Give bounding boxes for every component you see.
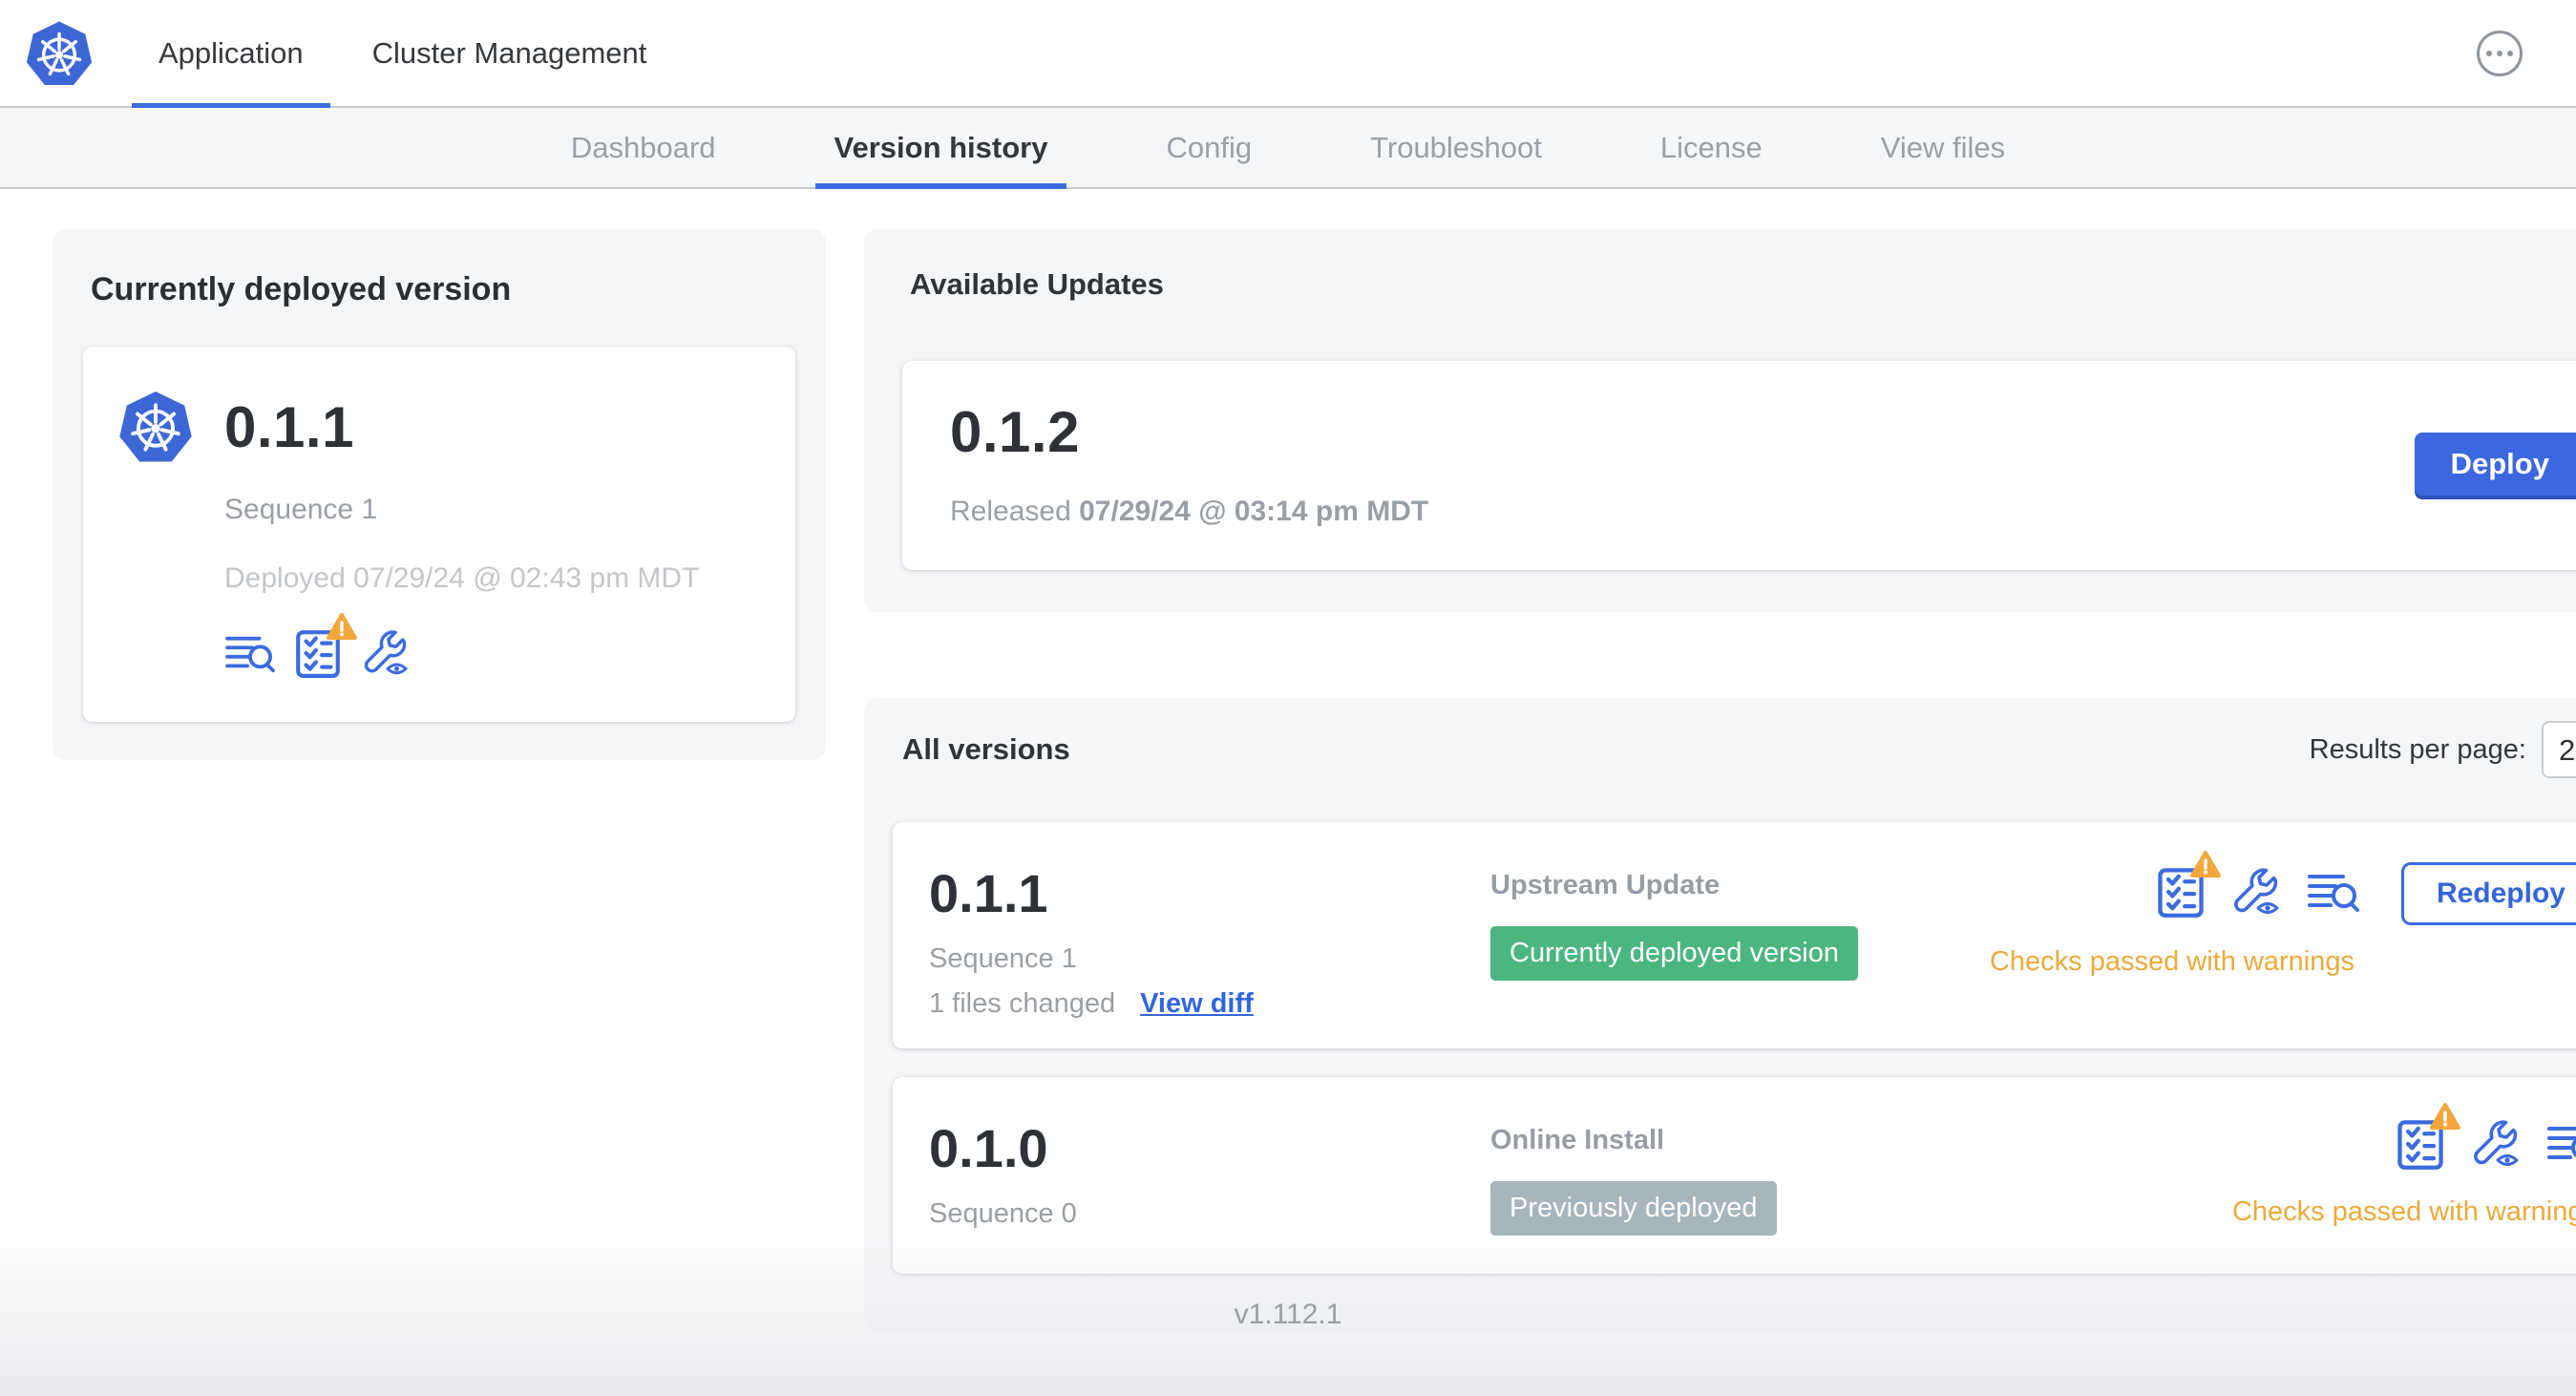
subnav-version-history-label: Version history (834, 130, 1048, 164)
currently-deployed-card: Currently deployed version 0.1.1 Sequenc… (53, 229, 826, 760)
warning-icon (2189, 850, 2221, 878)
top-nav: Application Cluster Management (0, 0, 2576, 108)
subnav-license-label: License (1659, 130, 1763, 164)
page-footer: v1.112.1 (0, 1234, 2576, 1396)
released-label: Released (950, 496, 1071, 527)
subnav-troubleshoot[interactable]: Troubleshoot (1311, 108, 1601, 187)
available-updates-card: Available Updates 0.1.2 Released 07/29/2… (864, 229, 2576, 612)
subnav-dashboard-label: Dashboard (570, 130, 716, 164)
available-updates-title: Available Updates (910, 267, 1164, 301)
update-version-number: 0.1.2 (950, 400, 1080, 464)
view-diff-link[interactable]: View diff (1140, 988, 1254, 1020)
config-icon[interactable] (2229, 866, 2281, 922)
deployed-version-actions (224, 613, 763, 684)
currently-deployed-title: Currently deployed version (91, 271, 512, 307)
row-files-changed: 1 files changed (929, 988, 1116, 1019)
app-subnav: Dashboard Version history Config Trouble… (0, 108, 2576, 189)
deploy-button[interactable]: Deploy (2414, 432, 2576, 496)
row-version-number: 0.1.1 (929, 863, 1048, 923)
all-versions-title: All versions (902, 732, 1070, 766)
overflow-menu-button[interactable] (2477, 30, 2523, 76)
released-date: 07/29/24 @ 03:14 pm MDT (1079, 496, 1429, 527)
warning-icon (327, 613, 357, 640)
logs-icon[interactable] (2306, 870, 2361, 919)
logs-icon[interactable] (224, 632, 276, 679)
preflight-status-link[interactable]: Checks passed with warnings (1858, 946, 2576, 978)
subnav-dashboard[interactable]: Dashboard (512, 108, 775, 187)
row-source: Upstream Update (1490, 870, 1721, 900)
results-per-page-select[interactable]: 20 (2541, 721, 2576, 778)
subnav-config-label: Config (1166, 130, 1253, 164)
subnav-license[interactable]: License (1601, 108, 1822, 187)
update-row: 0.1.2 Released 07/29/24 @ 03:14 pm MDT D… (902, 361, 2576, 570)
tab-application[interactable]: Application (124, 0, 338, 108)
kubernetes-logo-icon (119, 391, 192, 462)
results-per-page-label: Results per page: (2309, 733, 2526, 765)
deployed-timestamp: Deployed 07/29/24 @ 02:43 pm MDT (224, 562, 700, 594)
config-icon[interactable] (2469, 1118, 2521, 1174)
subnav-view-files[interactable]: View files (1822, 108, 2064, 187)
tab-application-label: Application (158, 35, 304, 70)
deployed-version-number: 0.1.1 (224, 394, 354, 459)
ellipsis-icon (2486, 50, 2513, 56)
deployed-status-badge: Currently deployed version (1490, 926, 1858, 981)
deployed-sequence: Sequence 1 (224, 494, 378, 525)
deployed-status-badge: Previously deployed (1490, 1181, 1777, 1236)
subnav-troubleshoot-label: Troubleshoot (1370, 130, 1542, 164)
warning-icon (2429, 1103, 2460, 1130)
subnav-version-history[interactable]: Version history (775, 108, 1108, 189)
kubernetes-logo-icon (26, 21, 93, 85)
tab-cluster-management[interactable]: Cluster Management (338, 0, 682, 106)
deployed-version-card: 0.1.1 Sequence 1 Deployed 07/29/24 @ 02:… (83, 347, 795, 722)
update-released-line: Released 07/29/24 @ 03:14 pm MDT (950, 496, 1428, 528)
preflight-checks-icon[interactable] (295, 613, 357, 684)
results-per-page: Results per page: 20 (2310, 721, 2576, 778)
version-row: 0.1.1 Sequence 1 1 files changed View di… (893, 822, 2576, 1048)
tab-cluster-management-label: Cluster Management (371, 35, 647, 70)
row-sequence: Sequence 0 (929, 1198, 1077, 1229)
right-column: Available Updates 0.1.2 Released 07/29/2… (864, 229, 2576, 1333)
redeploy-button[interactable]: Redeploy (2400, 862, 2576, 925)
logs-icon[interactable] (2545, 1122, 2576, 1171)
preflight-checks-icon[interactable] (2397, 1103, 2460, 1175)
main-content: Currently deployed version 0.1.1 Sequenc… (0, 189, 2576, 1333)
config-icon[interactable] (360, 628, 410, 683)
row-source: Online Install (1490, 1125, 1665, 1155)
subnav-config[interactable]: Config (1107, 108, 1311, 187)
subnav-view-files-label: View files (1880, 130, 2006, 164)
row-version-number: 0.1.0 (929, 1118, 1048, 1178)
console-version: v1.112.1 (1234, 1299, 1342, 1330)
primary-tabs: Application Cluster Management (124, 0, 682, 108)
preflight-status-link[interactable]: Checks passed with warnings (1858, 1196, 2576, 1228)
row-sequence: Sequence 1 (929, 943, 1077, 974)
preflight-checks-icon[interactable] (2157, 850, 2221, 923)
